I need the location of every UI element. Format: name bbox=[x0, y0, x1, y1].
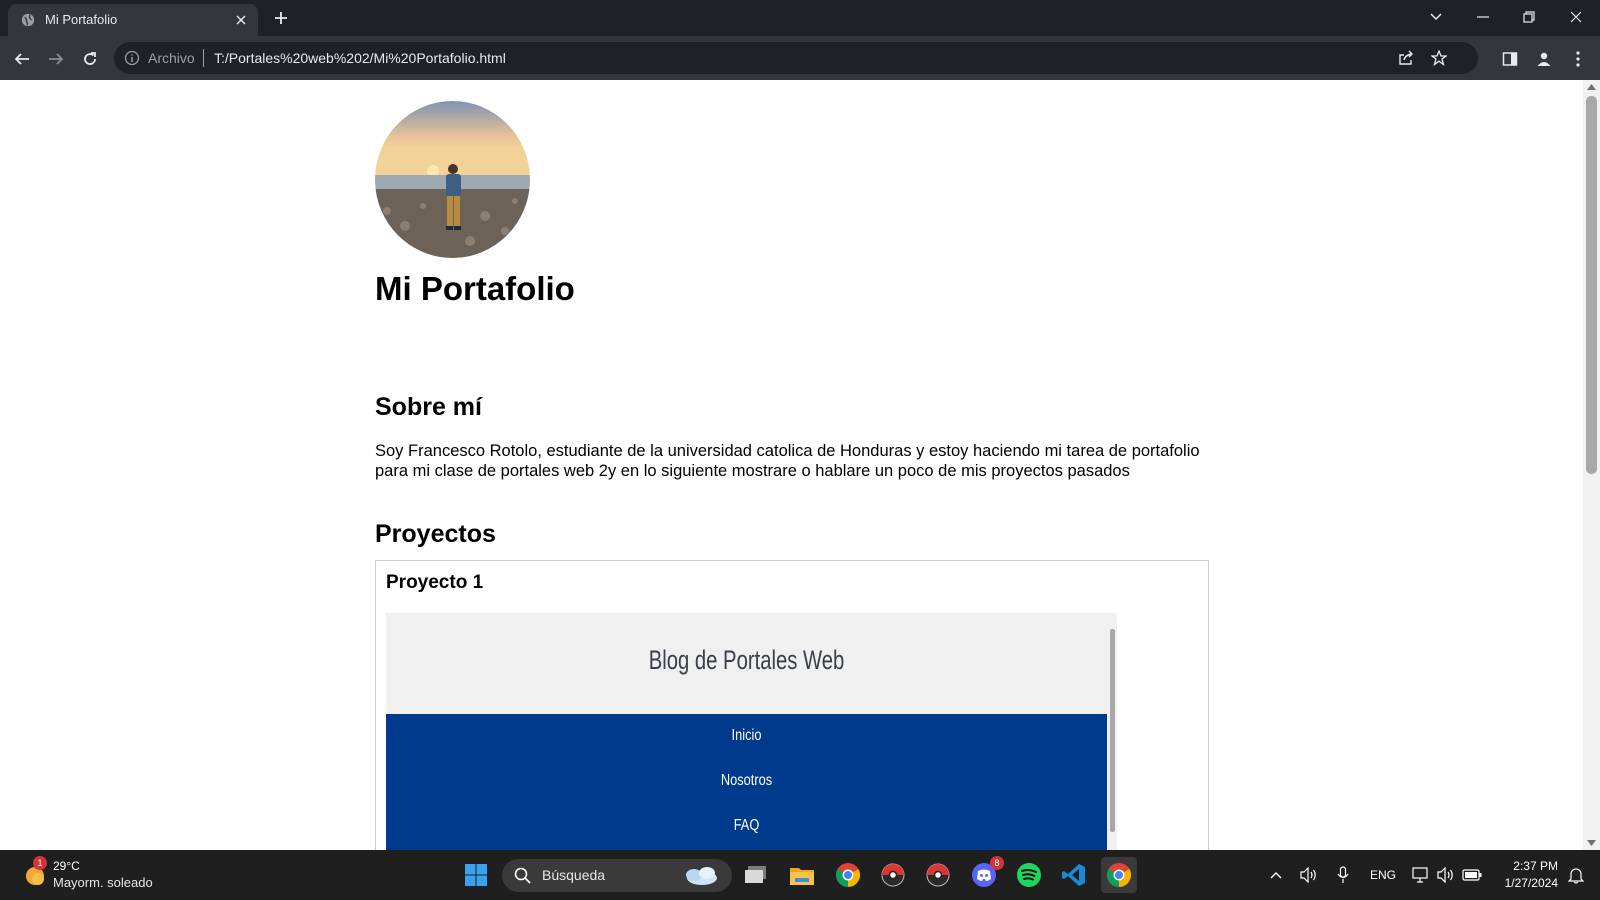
preview-blog-title: Blog de Portales Web bbox=[648, 645, 845, 675]
side-panel-icon[interactable] bbox=[1497, 46, 1523, 72]
clock-date: 1/27/2024 bbox=[1504, 876, 1558, 890]
site-info-icon[interactable] bbox=[124, 50, 140, 66]
windows-taskbar: 1 29°C Mayorm. soleado Búsqueda 8 ENG 2:… bbox=[0, 850, 1600, 900]
about-heading: Sobre mí bbox=[375, 393, 482, 421]
preview-nav-nosotros[interactable]: Nosotros bbox=[458, 772, 1035, 790]
microphone-icon[interactable] bbox=[1332, 850, 1354, 900]
address-divider bbox=[203, 49, 204, 67]
page-title: Mi Portafolio bbox=[375, 270, 575, 307]
tab-title: Mi Portafolio bbox=[45, 12, 118, 27]
pokeball-app-icon-2[interactable] bbox=[920, 857, 956, 893]
scroll-down-icon[interactable] bbox=[1587, 840, 1596, 846]
weather-desc: Mayorm. soleado bbox=[53, 875, 153, 890]
volume-icon[interactable] bbox=[1435, 850, 1457, 900]
profile-icon[interactable] bbox=[1531, 46, 1557, 72]
preview-nav: Inicio Nosotros FAQ bbox=[386, 714, 1107, 853]
close-window-button[interactable] bbox=[1553, 0, 1599, 34]
forward-arrow-icon[interactable] bbox=[43, 46, 69, 72]
bookmark-star-icon[interactable] bbox=[1426, 45, 1452, 71]
search-icon bbox=[514, 867, 531, 884]
weather-temp: 29°C bbox=[53, 859, 80, 873]
address-url[interactable]: T:/Portales%20web%202/Mi%20Portafolio.ht… bbox=[214, 50, 506, 66]
address-scheme: Archivo bbox=[148, 50, 195, 66]
weather-badge: 1 bbox=[33, 856, 47, 870]
preview-scrollbar[interactable] bbox=[1107, 613, 1117, 853]
minimize-button[interactable] bbox=[1460, 0, 1506, 34]
new-tab-button[interactable] bbox=[270, 7, 292, 29]
task-view-icon[interactable] bbox=[738, 857, 774, 893]
projects-heading: Proyectos bbox=[375, 520, 496, 548]
file-explorer-icon[interactable] bbox=[784, 857, 820, 893]
back-arrow-icon[interactable] bbox=[9, 46, 35, 72]
tab-search-icon[interactable] bbox=[1413, 0, 1459, 34]
share-icon[interactable] bbox=[1393, 45, 1419, 71]
clock-time: 2:37 PM bbox=[1513, 859, 1558, 873]
browser-toolbar: Archivo T:/Portales%20web%202/Mi%20Porta… bbox=[0, 36, 1600, 80]
address-bar[interactable]: Archivo T:/Portales%20web%202/Mi%20Porta… bbox=[114, 42, 1478, 74]
preview-header: Blog de Portales Web bbox=[386, 613, 1107, 714]
reload-icon[interactable] bbox=[77, 46, 103, 72]
preview-nav-faq[interactable]: FAQ bbox=[458, 817, 1035, 835]
battery-icon[interactable] bbox=[1460, 850, 1484, 900]
about-paragraph: Soy Francesco Rotolo, estudiante de la u… bbox=[375, 442, 1200, 480]
search-label: Búsqueda bbox=[542, 867, 606, 883]
preview-nav-inicio[interactable]: Inicio bbox=[458, 727, 1035, 745]
browser-tab[interactable]: Mi Portafolio bbox=[8, 4, 258, 36]
scroll-up-icon[interactable] bbox=[1587, 84, 1596, 90]
notification-bell-icon[interactable] bbox=[1564, 850, 1588, 900]
project-title: Proyecto 1 bbox=[386, 572, 484, 593]
start-button[interactable] bbox=[458, 857, 494, 893]
pokeball-app-icon[interactable] bbox=[875, 857, 911, 893]
close-tab-icon[interactable] bbox=[232, 11, 250, 29]
browser-menu-icon[interactable] bbox=[1565, 46, 1591, 72]
preview-scrollbar-thumb[interactable] bbox=[1110, 629, 1115, 832]
vscode-icon[interactable] bbox=[1056, 857, 1092, 893]
tray-chevron-up-icon[interactable] bbox=[1264, 850, 1288, 900]
project-preview-frame[interactable]: Blog de Portales Web Inicio Nosotros FAQ bbox=[386, 613, 1117, 853]
spotify-icon[interactable] bbox=[1011, 857, 1047, 893]
browser-tab-strip: Mi Portafolio bbox=[0, 0, 1600, 36]
taskbar-search[interactable]: Búsqueda bbox=[502, 859, 732, 892]
chrome-active-icon[interactable] bbox=[1101, 857, 1137, 893]
globe-icon bbox=[21, 13, 35, 27]
chrome-profile-icon[interactable] bbox=[830, 857, 866, 893]
windows-logo-icon bbox=[465, 864, 487, 886]
discord-badge: 8 bbox=[990, 856, 1004, 870]
discord-icon[interactable]: 8 bbox=[966, 856, 1004, 893]
profile-photo bbox=[375, 101, 530, 258]
network-icon[interactable] bbox=[1410, 850, 1432, 900]
page-scrollbar[interactable] bbox=[1583, 80, 1600, 850]
language-indicator[interactable]: ENG bbox=[1366, 850, 1400, 900]
system-clock[interactable]: 2:37 PM 1/27/2024 bbox=[1494, 858, 1558, 892]
restore-button[interactable] bbox=[1506, 0, 1552, 34]
speaker-icon[interactable] bbox=[1296, 850, 1322, 900]
page-scrollbar-thumb[interactable] bbox=[1586, 96, 1597, 474]
weather-widget[interactable]: 1 29°C Mayorm. soleado bbox=[20, 856, 180, 894]
search-highlight-icon bbox=[686, 867, 717, 885]
